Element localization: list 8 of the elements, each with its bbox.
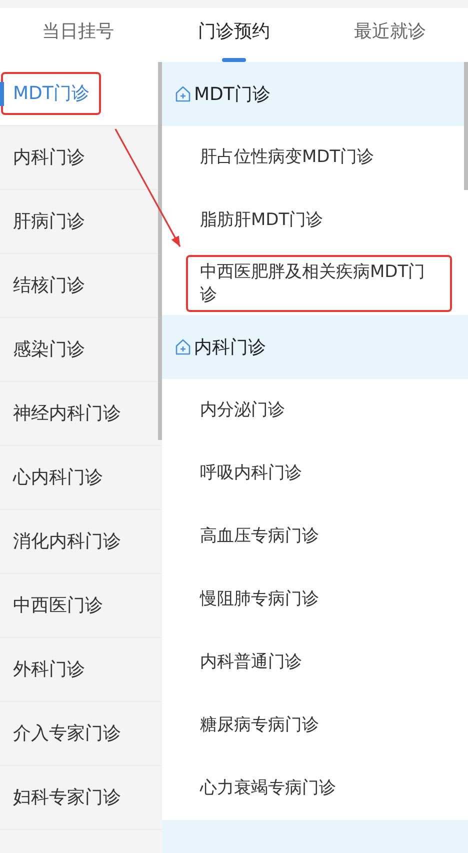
home-plus-icon — [174, 338, 192, 356]
section-title: 内科门诊 — [194, 336, 266, 360]
selected-indicator — [0, 82, 4, 106]
highlight-box: MDT门诊 — [3, 74, 100, 113]
highlight-box: 中西医肥胖及相关疾病MDT门诊 — [188, 256, 450, 310]
section-title: MDT门诊 — [194, 82, 270, 106]
active-tab-indicator — [222, 58, 246, 62]
home-plus-icon — [174, 85, 192, 103]
